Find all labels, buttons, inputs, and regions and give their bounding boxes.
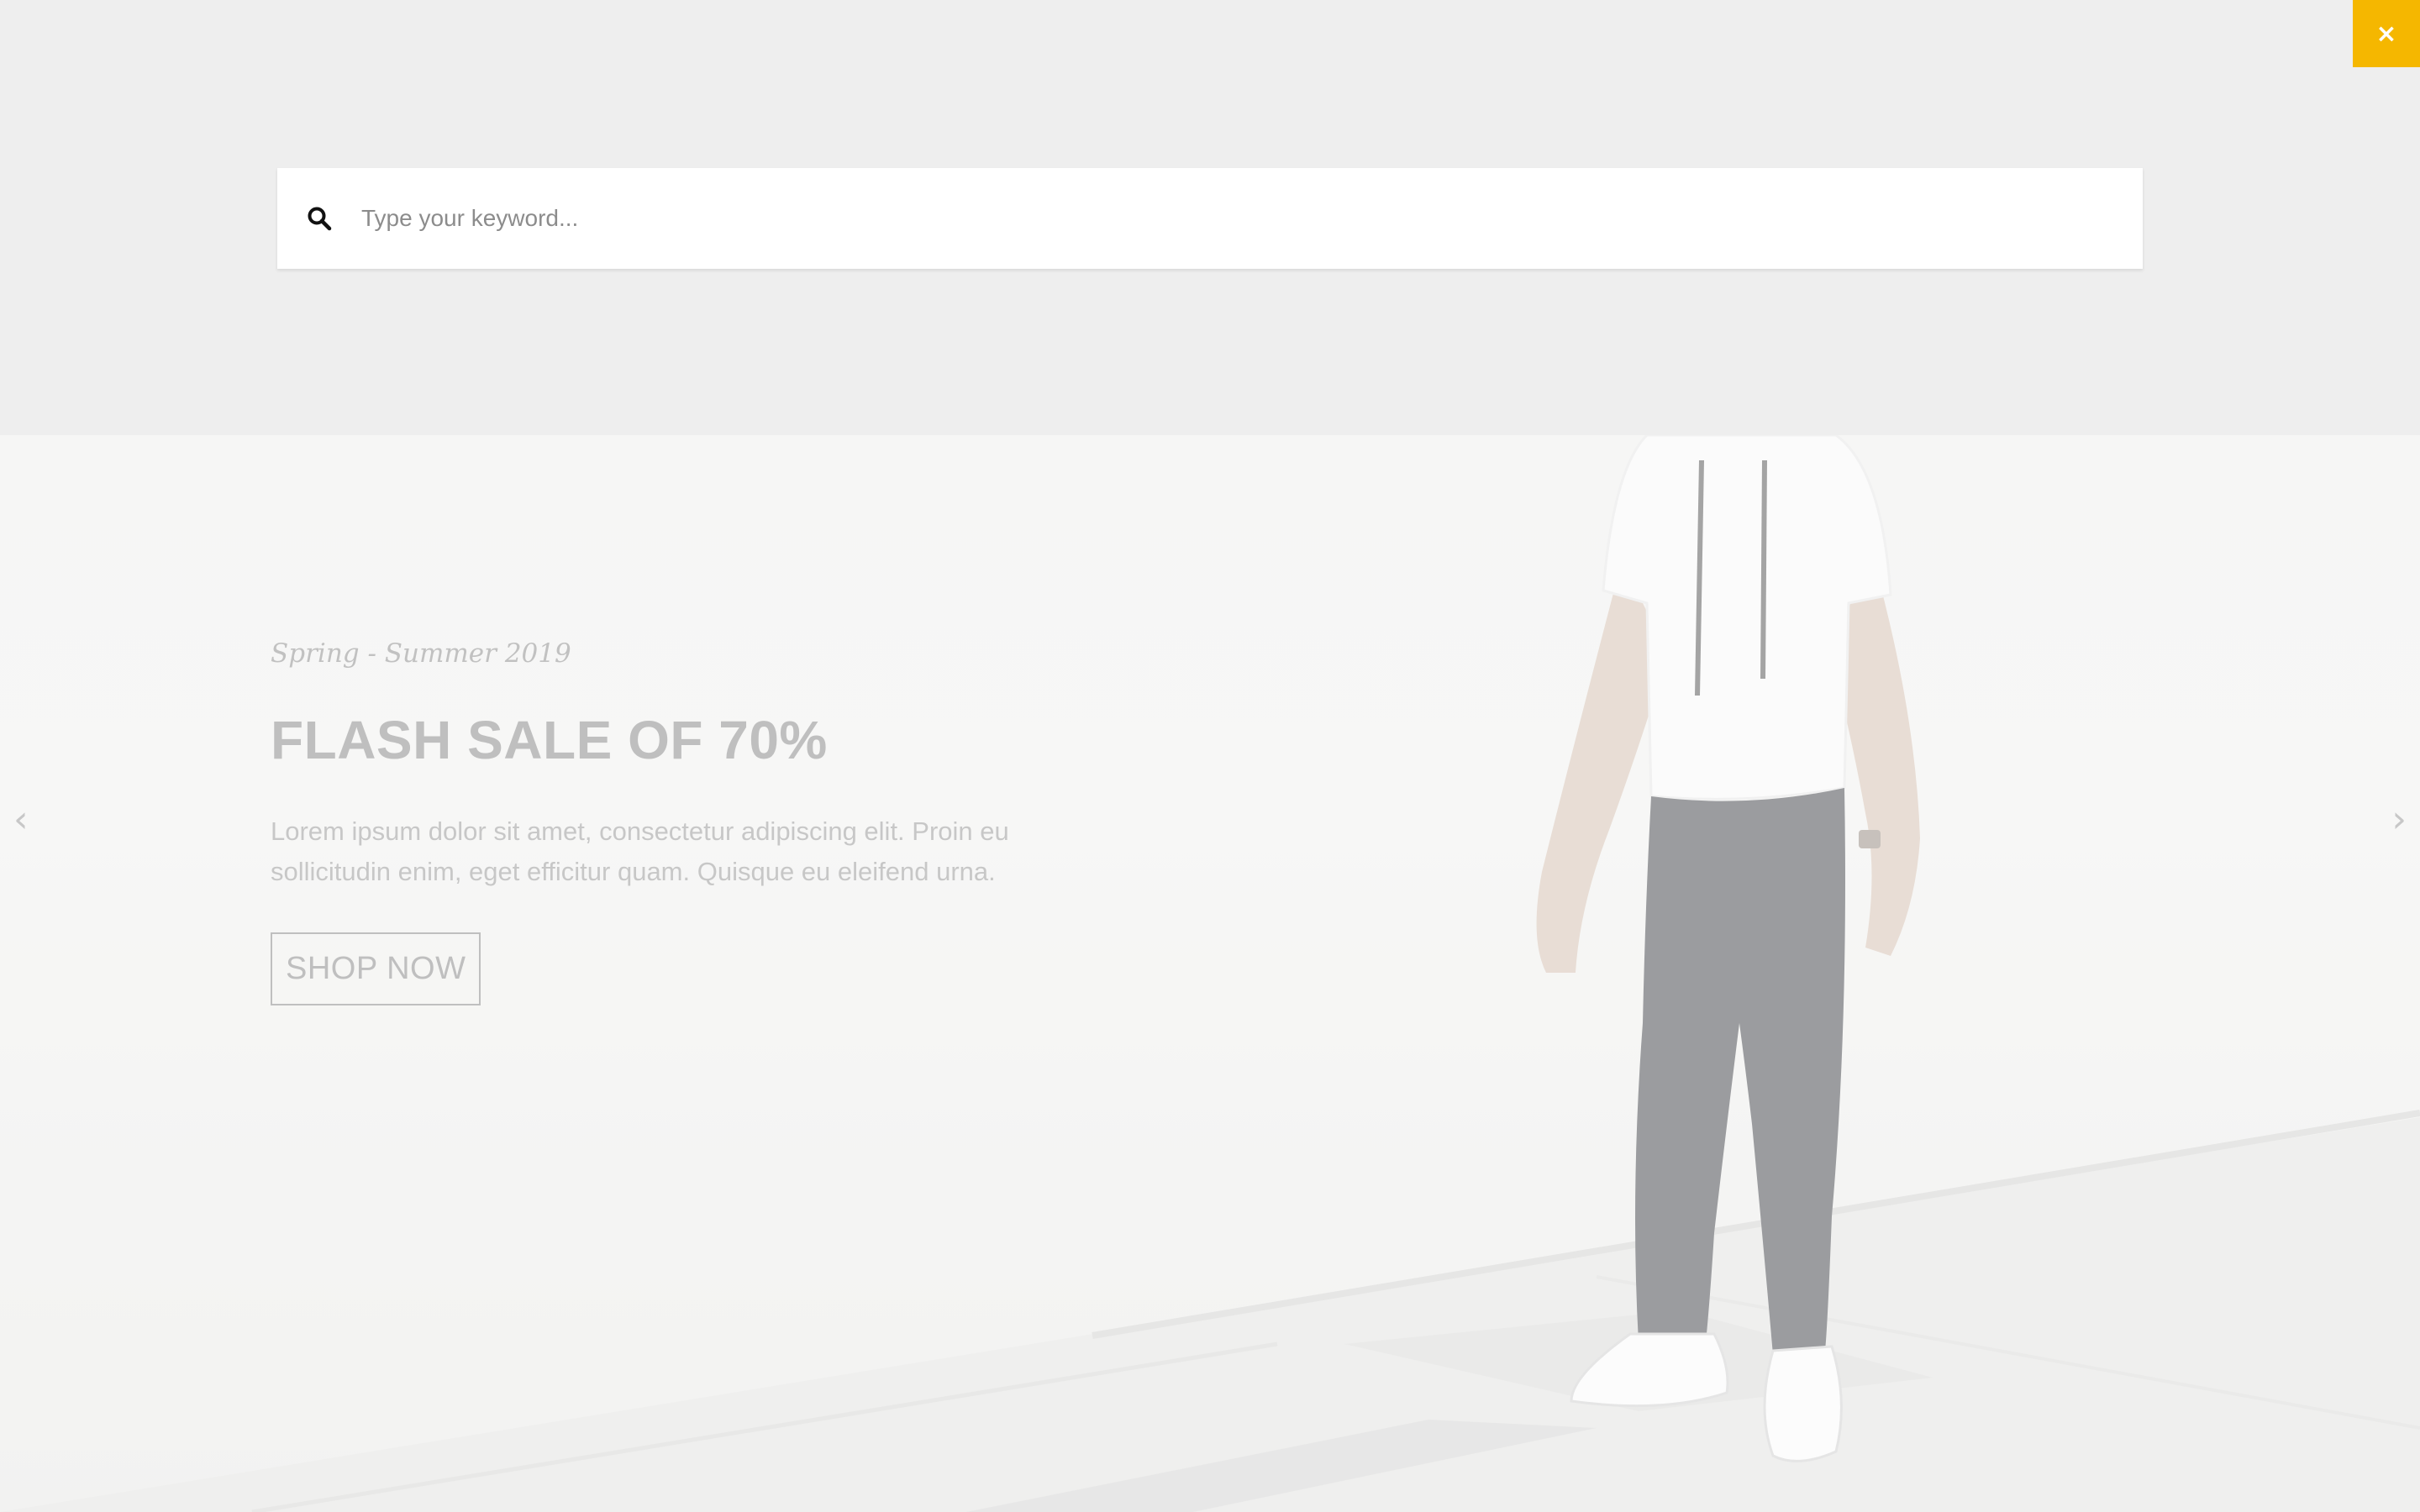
- hero-eyebrow: Spring - Summer 2019: [271, 638, 571, 669]
- model-photo: [1536, 435, 1920, 1462]
- close-icon[interactable]: ×: [2353, 0, 2420, 67]
- slider-next-arrow-icon[interactable]: ›: [2391, 798, 2407, 841]
- slider-prev-arrow-icon[interactable]: ‹: [13, 798, 29, 841]
- search-icon: [277, 168, 361, 269]
- hero-description: Lorem ipsum dolor sit amet, consectetur …: [271, 816, 1009, 886]
- search-input[interactable]: [361, 176, 2143, 260]
- search-box: [277, 168, 2143, 269]
- hero-content: Spring - Summer 2019 FLASH SALE OF 70% L…: [271, 638, 1027, 1005]
- shop-now-button[interactable]: SHOP NOW: [271, 932, 481, 1005]
- search-overlay-panel: [0, 0, 2420, 435]
- hero-title: FLASH SALE OF 70%: [271, 710, 828, 770]
